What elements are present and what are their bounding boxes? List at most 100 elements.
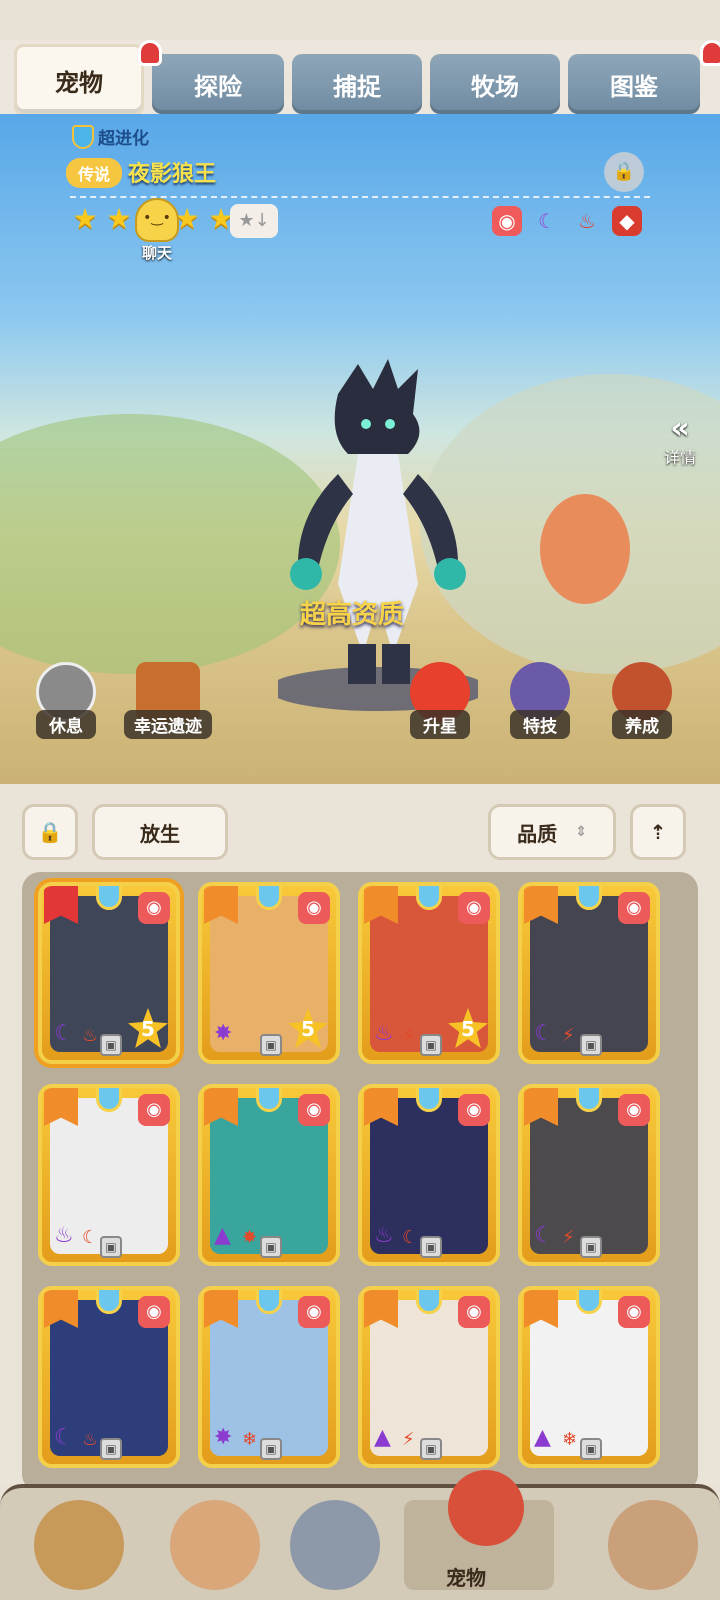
- nav-totem-icon[interactable]: [608, 1500, 698, 1590]
- pet-card[interactable]: ◉ ♨ ☾ ▣: [38, 1084, 180, 1266]
- trait-icon: ◉: [458, 1296, 490, 1328]
- ruins-label: 幸运遗迹: [124, 710, 212, 739]
- nav-character-icon[interactable]: [170, 1500, 260, 1590]
- element-icon: ♨: [82, 1429, 99, 1450]
- rarity-badge: 传说: [66, 158, 123, 188]
- pet-card[interactable]: ◉ ♨ ☾ ▣: [358, 1084, 500, 1266]
- fire-element-icon: ♨: [578, 209, 596, 233]
- element-icon: ✸: [214, 1021, 233, 1046]
- nav-battle-icon[interactable]: [290, 1500, 380, 1590]
- top-status-area: [0, 0, 720, 40]
- pet-card[interactable]: ◉ ✸ ❄ ▣: [198, 1286, 340, 1468]
- element-icon: ⚡: [562, 1227, 575, 1248]
- lucky-ruins-button[interactable]: 幸运遗迹: [124, 662, 212, 739]
- trait-icon: ◉: [618, 1296, 650, 1328]
- element-icon: ❄: [242, 1429, 258, 1450]
- quality-label: 超高资质: [300, 600, 405, 630]
- sort-arrows-icon: ⇕: [575, 824, 587, 840]
- element-icon: ♨: [374, 1223, 394, 1248]
- chat-button[interactable]: 聊天: [132, 198, 182, 263]
- lock-icon: ▣: [100, 1034, 122, 1056]
- lock-icon: ▣: [420, 1236, 442, 1258]
- chevron-left-icon: «: [670, 411, 690, 446]
- sort-label: 品质: [517, 821, 558, 846]
- pet-showcase-scene: 超进化 传说 夜影狼王 ★ ★ ★ ★ ★ ★↓ 聊天 🔒 ◉ ☾ ♨ ◆ « …: [0, 114, 720, 784]
- evolution-shield-icon: [256, 886, 282, 910]
- element-icon: ☾: [54, 1425, 74, 1450]
- trait-icon: ◉: [138, 1296, 170, 1328]
- trait-icon: ◉: [138, 892, 170, 924]
- pet-card[interactable]: ◉ ☾ ♨ ▣: [38, 1286, 180, 1468]
- element-icon: ♨: [54, 1223, 74, 1248]
- detail-label: 详情: [664, 448, 697, 467]
- tab-codex[interactable]: 图鉴: [568, 54, 700, 114]
- lock-icon: ▣: [260, 1438, 282, 1460]
- trait-icon: ◉: [458, 892, 490, 924]
- nav-pet-icon: [448, 1470, 524, 1546]
- element-icon: ▲: [374, 1425, 391, 1450]
- element-icon: ✸: [242, 1227, 258, 1248]
- moon-element-icon: ☾: [538, 209, 556, 233]
- nav-pets-label: 宠物: [446, 1566, 486, 1590]
- batch-lock-button[interactable]: 🔒: [22, 804, 78, 860]
- pet-card[interactable]: ◉ ☾ ⚡ ▣: [518, 882, 660, 1064]
- pet-card[interactable]: ◉ ▲ ✸ ▣: [198, 1084, 340, 1266]
- trait-icon: ◉: [618, 892, 650, 924]
- beast-trait-icon: ◉: [492, 206, 522, 236]
- lock-icon: ▣: [100, 1438, 122, 1460]
- detail-button[interactable]: « 详情: [664, 414, 696, 468]
- chat-label: 聊天: [141, 244, 172, 262]
- pet-name: 夜影狼王: [128, 162, 217, 187]
- special-skill-button[interactable]: 特技: [510, 662, 570, 739]
- element-icon: ♨: [82, 1025, 99, 1046]
- evolution-shield-icon: [416, 886, 442, 910]
- tab-capture[interactable]: 捕捉: [292, 54, 422, 114]
- pet-list-panel: 🔒 放生 品质 ⇕ ⇡ ◉ ☾ ♨ ▣ 5 ◉ ✸ ▣ 5 ◉ ♨ ⚡ ▣ 5 ◉ ☾ ⚡ ▣ ◉ ♨ ☾ ▣ ◉ ▲ ✸ ▣ ◉ ♨…: [0, 784, 720, 1492]
- sort-quality-dropdown[interactable]: 品质 ⇕: [488, 804, 616, 860]
- evolution-shield-icon: [96, 886, 122, 910]
- evolution-shield-icon: [416, 1290, 442, 1314]
- tab-explore[interactable]: 探险: [152, 54, 284, 114]
- skill-trait-icon: ◆: [612, 206, 642, 236]
- pet-card[interactable]: ◉ ☾ ♨ ▣ 5: [38, 882, 180, 1064]
- release-button[interactable]: 放生: [92, 804, 228, 860]
- evolution-shield-icon: [576, 886, 602, 910]
- rest-label: 休息: [36, 710, 96, 739]
- trait-icon: ◉: [138, 1094, 170, 1126]
- element-icon: ⚡: [562, 1025, 575, 1046]
- pet-card[interactable]: ◉ ▲ ⚡ ▣: [358, 1286, 500, 1468]
- element-icon: ♨: [374, 1021, 394, 1046]
- main-tab-bar: 宠物 探险 捕捉 牧场 图鉴: [0, 40, 720, 116]
- trait-icons: ◉ ☾ ♨ ◆: [492, 206, 642, 236]
- nav-tribe-icon[interactable]: [34, 1500, 124, 1590]
- pet-card[interactable]: ◉ ♨ ⚡ ▣ 5: [358, 882, 500, 1064]
- evolution-shield-icon: [256, 1290, 282, 1314]
- element-icon: ⚡: [402, 1429, 415, 1450]
- trait-icon: ◉: [298, 892, 330, 924]
- rest-button[interactable]: 休息: [36, 662, 96, 739]
- evolution-shield-icon: [416, 1088, 442, 1112]
- evolution-label: 超进化: [98, 129, 149, 149]
- notification-bell-icon: [138, 40, 162, 66]
- element-icon: ☾: [82, 1227, 99, 1248]
- element-icon: ☾: [534, 1223, 554, 1248]
- lock-icon: ▣: [580, 1034, 602, 1056]
- tab-pets[interactable]: 宠物: [14, 44, 144, 116]
- tab-ranch[interactable]: 牧场: [430, 54, 560, 114]
- lock-icon: ▣: [420, 1438, 442, 1460]
- evolution-shield-icon: [256, 1088, 282, 1112]
- train-button[interactable]: 养成: [612, 662, 672, 739]
- lock-icon: 🔒: [37, 820, 63, 844]
- evolution-shield-icon: [576, 1290, 602, 1314]
- pet-card[interactable]: ◉ ☾ ⚡ ▣: [518, 1084, 660, 1266]
- star-sort-button[interactable]: ★↓: [230, 204, 278, 238]
- element-icon: ☾: [402, 1227, 419, 1248]
- element-icon: ❄: [562, 1429, 578, 1450]
- pet-card[interactable]: ◉ ▲ ❄ ▣: [518, 1286, 660, 1468]
- star-icon: ★: [106, 202, 132, 235]
- sort-direction-button[interactable]: ⇡: [630, 804, 686, 860]
- star-upgrade-button[interactable]: 升星: [410, 662, 470, 739]
- lock-toggle-button[interactable]: 🔒: [604, 152, 644, 192]
- evolution-badge: 超进化: [72, 124, 149, 149]
- pet-card[interactable]: ◉ ✸ ▣ 5: [198, 882, 340, 1064]
